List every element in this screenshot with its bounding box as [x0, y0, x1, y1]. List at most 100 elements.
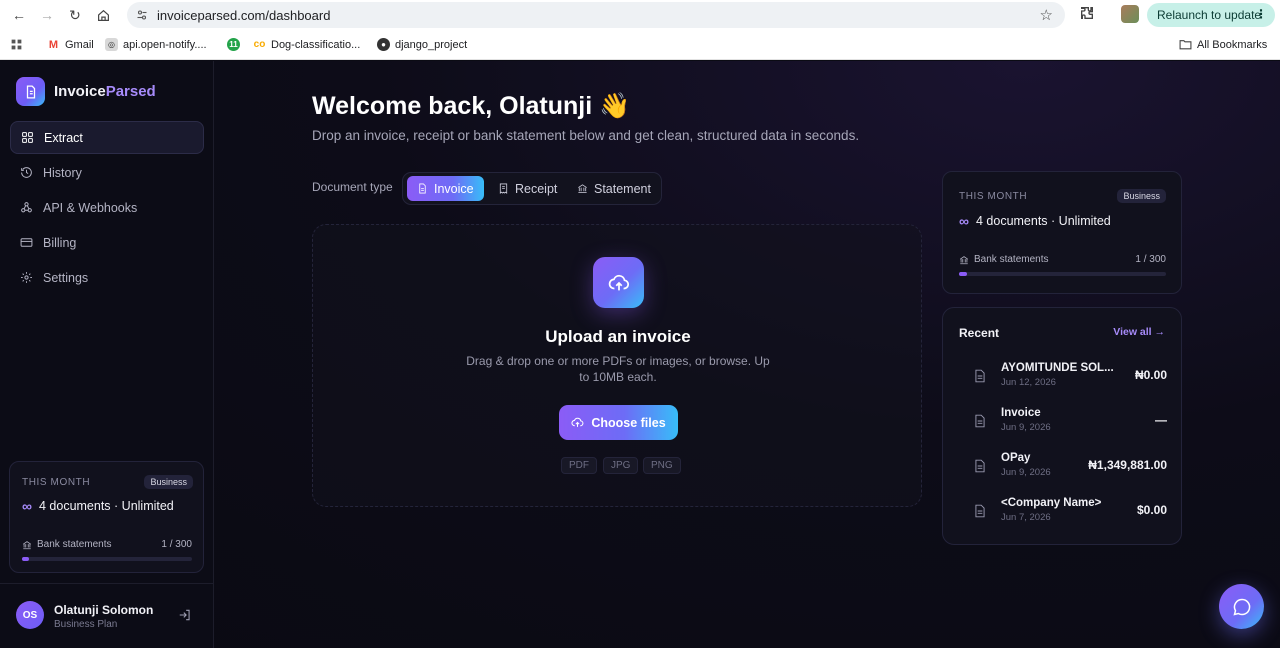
- brand[interactable]: InvoiceParsed: [16, 77, 156, 106]
- sidebar-item-billing[interactable]: Billing: [10, 226, 204, 259]
- list-item[interactable]: Invoice Jun 9, 2026 —: [943, 400, 1183, 445]
- page-subtitle: Drop an invoice, receipt or bank stateme…: [312, 128, 860, 143]
- extensions-icon[interactable]: [1079, 5, 1097, 23]
- gear-icon: [21, 272, 32, 283]
- plan-badge: Business: [144, 475, 193, 489]
- bookmark-api-open-notify[interactable]: ◎ api.open-notify....: [105, 38, 207, 51]
- bookmark-django-project[interactable]: ● django_project: [377, 38, 467, 51]
- back-icon[interactable]: ←: [8, 4, 30, 26]
- card-icon: [20, 238, 33, 247]
- reload-icon[interactable]: ↻: [64, 4, 86, 26]
- recent-documents-card: Recent View all → AYOMITUNDE SOL... Jun …: [942, 307, 1182, 545]
- sidebar-nav: Extract History API & Webhooks Billing S…: [10, 121, 204, 296]
- address-bar[interactable]: invoiceparsed.com/dashboard ☆: [127, 2, 1065, 28]
- forward-icon[interactable]: →: [36, 4, 58, 26]
- recent-item-name: AYOMITUNDE SOL...: [1001, 362, 1114, 374]
- all-bookmarks[interactable]: All Bookmarks: [1179, 38, 1267, 51]
- grid-icon: [22, 132, 33, 143]
- relaunch-button[interactable]: Relaunch to update ⋮: [1147, 3, 1275, 27]
- user-plan: Business Plan: [54, 619, 118, 630]
- list-item[interactable]: <Company Name> Jun 7, 2026 $0.00: [943, 490, 1183, 535]
- recent-item-name: <Company Name>: [1001, 497, 1102, 509]
- receipt-icon: [499, 183, 508, 194]
- progress-fill: [22, 557, 29, 561]
- sidebar: InvoiceParsed Extract History API & Webh…: [0, 61, 214, 648]
- bookmarks-bar: M Gmail ◎ api.open-notify.... 11 co Dog-…: [0, 30, 1280, 60]
- chat-support-button[interactable]: [1219, 584, 1264, 629]
- recent-item-name: OPay: [1001, 452, 1031, 464]
- avatar[interactable]: OS: [16, 601, 44, 629]
- bank-statements-label: Bank statements: [959, 254, 1048, 265]
- document-icon: [975, 414, 985, 428]
- view-all-link[interactable]: View all →: [1113, 326, 1165, 338]
- usage-plan-line: ∞ 4 documents · Unlimited: [959, 213, 1111, 229]
- format-badge-pdf: PDF: [561, 457, 597, 474]
- recent-item-amount: ₦0.00: [1134, 368, 1167, 382]
- sidebar-item-label: Extract: [44, 130, 83, 145]
- recent-item-amount: —: [1155, 413, 1167, 427]
- list-item[interactable]: OPay Jun 9, 2026 ₦1,349,881.00: [943, 445, 1183, 490]
- sidebar-item-settings[interactable]: Settings: [10, 261, 204, 294]
- satellite-icon: ◎: [105, 38, 118, 51]
- user-profile: OS Olatunji Solomon Business Plan: [0, 583, 214, 648]
- list-item[interactable]: AYOMITUNDE SOL... Jun 12, 2026 ₦0.00: [943, 355, 1183, 400]
- infinity-icon: ∞: [959, 213, 969, 229]
- doctype-receipt[interactable]: Receipt: [488, 176, 567, 201]
- browser-toolbar: ← → ↻ invoiceparsed.com/dashboard ☆ Rela…: [0, 0, 1280, 30]
- doctype-statement[interactable]: Statement: [567, 176, 661, 201]
- usage-plan-line: ∞ 4 documents · Unlimited: [22, 498, 174, 514]
- document-icon: [975, 369, 985, 383]
- site-settings-icon[interactable]: [135, 8, 149, 22]
- document-icon: [975, 504, 985, 518]
- history-icon: [21, 167, 32, 178]
- bank-statements-count: 1 / 300: [161, 539, 192, 550]
- document-logo-icon: [16, 77, 45, 106]
- doctype-invoice[interactable]: Invoice: [407, 176, 484, 201]
- bank-icon: [578, 184, 587, 194]
- bank-statements-progress: [959, 272, 1166, 276]
- usage-period-label: THIS MONTH: [22, 477, 91, 488]
- gmail-icon: M: [47, 38, 60, 51]
- home-icon[interactable]: [92, 4, 114, 26]
- user-name: Olatunji Solomon: [54, 603, 154, 617]
- bank-statements-progress: [22, 557, 192, 561]
- bank-icon: [23, 540, 31, 549]
- plan-badge: Business: [1117, 189, 1166, 203]
- apps-grid-icon[interactable]: [10, 38, 23, 51]
- folder-icon: [1179, 38, 1192, 51]
- recent-item-name: Invoice: [1001, 407, 1041, 419]
- recent-item-date: Jun 12, 2026: [1001, 377, 1056, 388]
- app-root: InvoiceParsed Extract History API & Webh…: [0, 61, 1280, 648]
- bookmark-star-icon[interactable]: ☆: [1040, 6, 1053, 24]
- upload-description: Drag & drop one or more PDFs or images, …: [466, 354, 770, 384]
- upload-dropzone[interactable]: Upload an invoice Drag & drop one or mor…: [312, 224, 922, 507]
- sidebar-item-label: API & Webhooks: [43, 200, 138, 215]
- progress-fill: [959, 272, 968, 276]
- bookmark-dog-classification[interactable]: co Dog-classificatio...: [253, 38, 360, 51]
- logout-icon[interactable]: [178, 608, 192, 622]
- recent-item-date: Jun 9, 2026: [1001, 422, 1051, 433]
- bookmark-11[interactable]: 11: [227, 38, 240, 51]
- sidebar-item-api-webhooks[interactable]: API & Webhooks: [10, 191, 204, 224]
- recent-item-amount: ₦1,349,881.00: [1088, 458, 1167, 472]
- bank-statements-label: Bank statements: [22, 539, 111, 550]
- sidebar-item-extract[interactable]: Extract: [10, 121, 204, 154]
- bank-icon: [960, 255, 968, 264]
- brand-name: InvoiceParsed: [54, 83, 156, 100]
- recent-title: Recent: [959, 326, 1000, 340]
- document-type-label: Document type: [312, 180, 393, 194]
- choose-files-button[interactable]: Choose files: [559, 405, 678, 440]
- sidebar-item-label: Settings: [43, 270, 89, 285]
- browser-profile-avatar[interactable]: [1121, 5, 1139, 23]
- recent-item-date: Jun 9, 2026: [1001, 467, 1051, 478]
- bookmark-gmail[interactable]: M Gmail: [47, 38, 94, 51]
- infinity-icon: ∞: [22, 498, 32, 514]
- format-badge-png: PNG: [643, 457, 681, 474]
- url-text: invoiceparsed.com/dashboard: [157, 7, 331, 23]
- more-vert-icon[interactable]: ⋮: [1255, 7, 1267, 21]
- green-site-icon: 11: [227, 38, 240, 51]
- chat-bubble-icon: [1232, 598, 1250, 616]
- upload-title: Upload an invoice: [545, 327, 691, 346]
- globe-icon: ●: [377, 38, 390, 51]
- sidebar-item-history[interactable]: History: [10, 156, 204, 189]
